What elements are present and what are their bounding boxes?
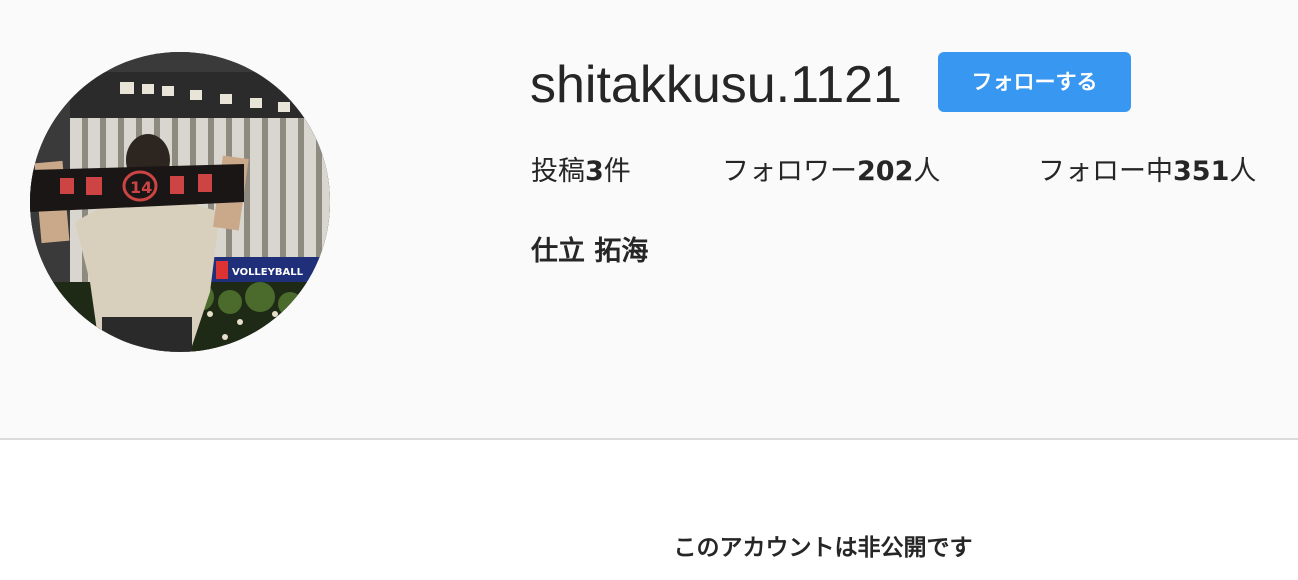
posts-count-stat: 投稿3件 [531, 152, 631, 192]
avatar-banner-text: 14 [130, 178, 152, 197]
profile-username: shitakkusu.1121 [530, 56, 902, 114]
followers-label: フォロワー [722, 156, 857, 187]
followers-count-stat[interactable]: フォロワー202人 [722, 152, 940, 192]
profile-header: VOLLEYBALL 14 shitakkusu.1121 フォローする 投稿3… [0, 0, 1298, 440]
private-account-notice: このアカウントは非公開です [0, 530, 1298, 566]
following-label: フォロー中 [1038, 156, 1173, 187]
profile-full-name: 仕立 拓海 [531, 236, 649, 267]
posts-suffix: 件 [603, 156, 631, 187]
follow-button[interactable]: フォローする [938, 52, 1131, 112]
following-suffix: 人 [1229, 156, 1257, 187]
posts-count: 3 [585, 156, 604, 187]
following-count-stat[interactable]: フォロー中351人 [1038, 152, 1256, 192]
following-count: 351 [1173, 156, 1230, 187]
followers-suffix: 人 [913, 156, 941, 187]
followers-count: 202 [857, 156, 914, 187]
private-notice-text: このアカウントは非公開です [673, 535, 973, 561]
profile-avatar[interactable]: VOLLEYBALL 14 [30, 52, 330, 352]
avatar-photo-icon: VOLLEYBALL 14 [30, 52, 330, 352]
avatar-sign-text: VOLLEYBALL [232, 267, 304, 278]
posts-label: 投稿 [531, 156, 585, 187]
